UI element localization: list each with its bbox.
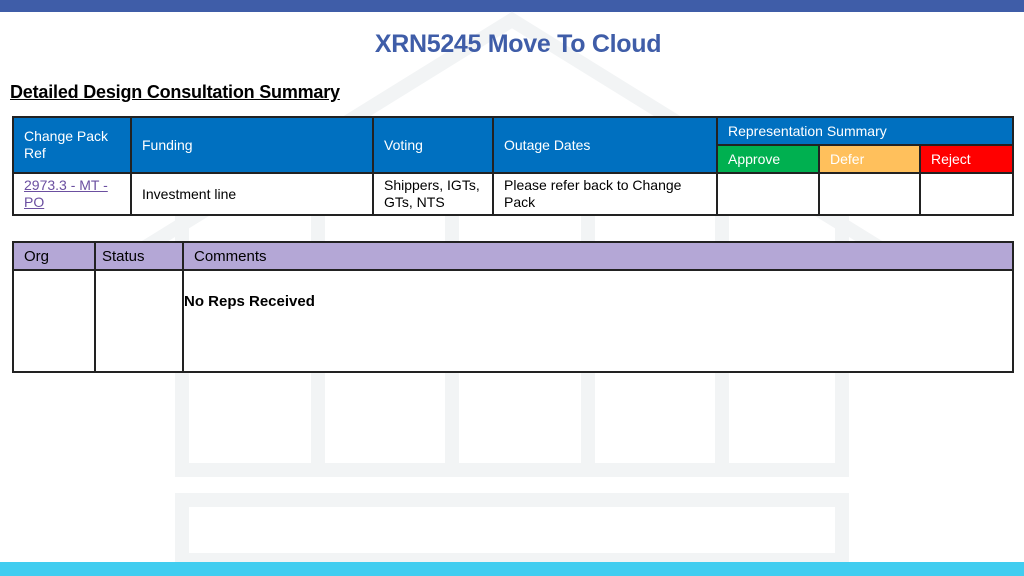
voting-cell: Shippers, IGTs, GTs, NTS (372, 172, 494, 216)
col-header-defer: Defer (818, 144, 921, 174)
representations-table: Org Status Comments No Reps Received (12, 241, 1014, 373)
col-header-comments: Comments (182, 241, 1014, 271)
col-header-funding: Funding (130, 116, 374, 174)
consultation-summary-table: Change Pack Ref Funding Voting Outage Da… (12, 116, 1014, 216)
col-header-reject: Reject (919, 144, 1014, 174)
table-row: No Reps Received (12, 269, 1014, 373)
table-row: 2973.3 - MT - PO Investment line Shipper… (12, 172, 1014, 216)
top-accent-bar (0, 0, 1024, 12)
section-subtitle: Detailed Design Consultation Summary (10, 82, 340, 102)
col-header-representation-summary: Representation Summary (716, 116, 1014, 146)
funding-cell: Investment line (130, 172, 374, 216)
org-cell (12, 269, 96, 373)
reject-cell (919, 172, 1014, 216)
col-header-approve: Approve (716, 144, 820, 174)
bottom-accent-bar (0, 562, 1024, 576)
col-header-change-pack-ref: Change Pack Ref (12, 116, 132, 174)
defer-cell (818, 172, 921, 216)
col-header-org: Org (12, 241, 96, 271)
status-cell (94, 269, 184, 373)
col-header-outage-dates: Outage Dates (492, 116, 718, 174)
change-pack-ref-cell: 2973.3 - MT - PO (12, 172, 132, 216)
col-header-voting: Voting (372, 116, 494, 174)
outage-dates-cell: Please refer back to Change Pack (492, 172, 718, 216)
comments-cell: No Reps Received (182, 269, 1014, 373)
page-title: XRN5245 Move To Cloud (374, 30, 662, 58)
approve-cell (716, 172, 820, 216)
change-pack-ref-link[interactable]: 2973.3 - MT - PO (24, 177, 108, 210)
col-header-status: Status (94, 241, 184, 271)
